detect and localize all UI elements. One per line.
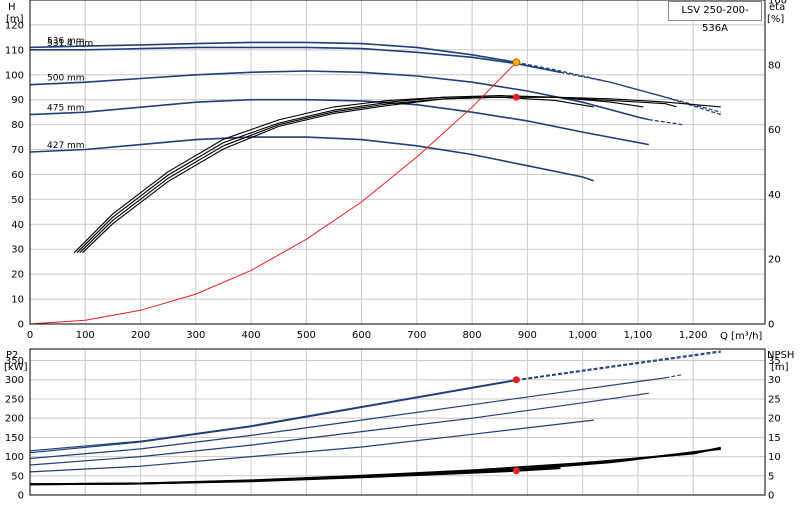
flow-tick-label: 800 bbox=[463, 330, 482, 341]
pump-performance-chart: 0 100 200 300 400 500 600 700 800 900 1,000 1,100 1,… bbox=[4, 0, 794, 502]
npsh-tick-label: 25 bbox=[768, 394, 781, 405]
npsh-tick-label: 15 bbox=[768, 433, 781, 444]
power-curve bbox=[29, 379, 517, 452]
eta-tick-label: 0 bbox=[768, 320, 774, 331]
power-curve bbox=[29, 419, 594, 473]
head-axis-label: H bbox=[8, 2, 16, 13]
system-curve bbox=[29, 61, 517, 325]
power-tick-label: 0 bbox=[18, 491, 24, 502]
impeller-diameter-label: 500 mm bbox=[47, 74, 85, 84]
power-tick-label: 100 bbox=[5, 452, 24, 463]
flow-tick-label: 300 bbox=[186, 330, 205, 341]
eta-axis-unit: [%] bbox=[767, 14, 784, 25]
head-tick-label: 10 bbox=[11, 295, 24, 306]
power-axis-unit: [kW] bbox=[4, 362, 28, 373]
head-tick-label: 100 bbox=[5, 70, 24, 81]
head-curve bbox=[29, 41, 517, 64]
head-tick-label: 50 bbox=[11, 195, 24, 206]
head-curve-extension bbox=[648, 118, 683, 126]
power-curve-extension bbox=[516, 351, 721, 382]
duty-point-upper bbox=[512, 58, 521, 67]
upper-curve-labels: 536 mm531.4 mm500 mm475 mm427 mm bbox=[47, 36, 93, 151]
power-axis-label: P2 bbox=[6, 350, 18, 361]
flow-tick-label: 400 bbox=[242, 330, 261, 341]
npsh-tick-label: 0 bbox=[768, 491, 774, 502]
impeller-diameter-label: 531.4 mm bbox=[47, 39, 93, 49]
power-tick-label: 300 bbox=[5, 375, 24, 386]
eta-tick-label: 40 bbox=[768, 190, 781, 201]
power-tick-label: 250 bbox=[5, 394, 24, 405]
flow-tick-label: 900 bbox=[518, 330, 537, 341]
flow-tick-label: 500 bbox=[297, 330, 316, 341]
eta-axis-label: eta bbox=[769, 2, 785, 13]
flow-tick-label: 1,000 bbox=[568, 330, 597, 341]
head-tick-label: 70 bbox=[11, 145, 24, 156]
power-curve-extension bbox=[665, 374, 683, 379]
power-curve bbox=[29, 392, 649, 466]
impeller-diameter-label: 427 mm bbox=[47, 141, 85, 151]
head-tick-label: 80 bbox=[11, 120, 24, 131]
head-curve-extension bbox=[560, 71, 721, 116]
head-tick-label: 20 bbox=[11, 270, 24, 281]
flow-tick-label: 100 bbox=[76, 330, 95, 341]
flow-tick-label: 0 bbox=[27, 330, 33, 341]
flow-axis-label: Q [m³/h] bbox=[720, 331, 762, 342]
duty-point-upper bbox=[512, 93, 520, 101]
npsh-curve bbox=[29, 446, 722, 486]
impeller-diameter-label: 475 mm bbox=[47, 104, 85, 114]
eta-tick-label: 60 bbox=[768, 125, 781, 136]
head-tick-label: 90 bbox=[11, 95, 24, 106]
power-tick-label: 150 bbox=[5, 433, 24, 444]
power-curve-extension bbox=[516, 350, 721, 381]
eta-tick-label: 20 bbox=[768, 255, 781, 266]
lower-curves bbox=[29, 350, 722, 486]
head-tick-label: 110 bbox=[5, 45, 24, 56]
duty-point-lower bbox=[512, 467, 520, 475]
npsh-tick-label: 30 bbox=[768, 375, 781, 386]
power-tick-label: 200 bbox=[5, 414, 24, 425]
head-tick-label: 40 bbox=[11, 220, 24, 231]
head-axis-unit: [m] bbox=[6, 14, 24, 25]
head-curve bbox=[30, 46, 561, 74]
head-tick-label: 30 bbox=[11, 245, 24, 256]
npsh-tick-label: 20 bbox=[768, 414, 781, 425]
head-tick-label: 0 bbox=[18, 320, 24, 331]
npsh-axis-label: NPSH bbox=[767, 350, 794, 361]
pump-model-label: LSV 250-200-536A bbox=[668, 1, 762, 34]
flow-tick-label: 1,200 bbox=[679, 330, 708, 341]
head-tick-label: 60 bbox=[11, 170, 24, 181]
flow-tick-label: 1,100 bbox=[624, 330, 653, 341]
eta-tick-label: 80 bbox=[768, 60, 781, 71]
upper-curves bbox=[29, 41, 721, 325]
npsh-tick-label: 5 bbox=[768, 471, 774, 482]
npsh-axis-unit: [m] bbox=[771, 362, 789, 373]
flow-tick-label: 700 bbox=[407, 330, 426, 341]
flow-tick-label: 200 bbox=[131, 330, 150, 341]
npsh-tick-label: 10 bbox=[768, 452, 781, 463]
duty-point-lower bbox=[512, 376, 520, 384]
power-tick-label: 50 bbox=[11, 471, 24, 482]
flow-tick-label: 600 bbox=[352, 330, 371, 341]
